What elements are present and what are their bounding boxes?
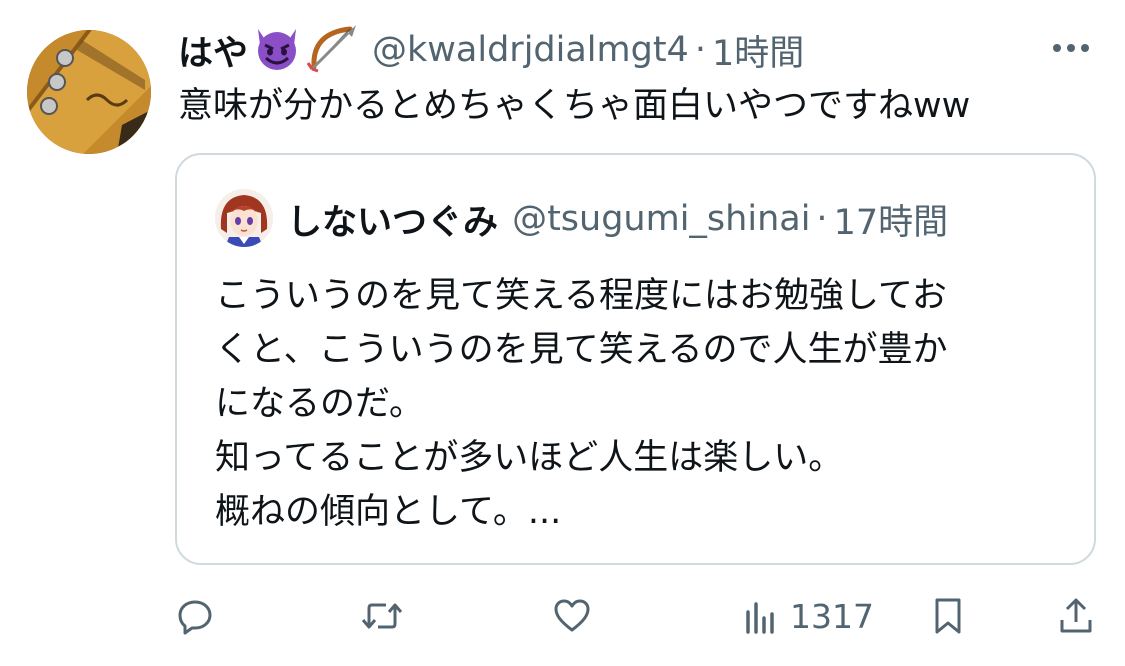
- views-count: 1317: [790, 596, 874, 636]
- heart-icon: [554, 599, 590, 632]
- guitar-headstock-avatar: [27, 30, 151, 154]
- timestamp[interactable]: 1時間: [712, 25, 804, 76]
- tweet-text: 意味が分かるとめちゃくちゃ面白いやつですねww: [178, 86, 971, 126]
- more-options-icon[interactable]: [1049, 36, 1093, 60]
- smiling-devil-emoji: [252, 25, 302, 75]
- share-button[interactable]: [1056, 592, 1096, 640]
- retweet-icon: [361, 603, 403, 629]
- reply-button[interactable]: [175, 592, 215, 640]
- quoted-text-line: こういうのを見て笑える程度にはお勉強してお: [215, 276, 947, 316]
- bookmark-button[interactable]: [928, 592, 968, 640]
- separator-dot: ·: [816, 199, 828, 239]
- share-icon: [1060, 598, 1092, 633]
- bookmark-icon: [935, 598, 961, 634]
- reply-icon: [178, 600, 212, 635]
- views-icon: [746, 602, 774, 634]
- tweet-header: はや @kwaldrjdialmgt4 · 1時間: [178, 22, 804, 78]
- quoted-tweet[interactable]: しないつぐみ @tsugumi_shinai · 17時間 こういうのを見て笑え…: [175, 153, 1096, 565]
- views-button[interactable]: 1317: [742, 592, 874, 640]
- quoted-user-handle[interactable]: @tsugumi_shinai: [512, 199, 810, 239]
- bow-and-arrow-emoji: [306, 23, 358, 77]
- like-button[interactable]: [552, 592, 592, 640]
- retweet-button[interactable]: [360, 592, 404, 640]
- tweet: はや @kwaldrjdialmgt4 · 1時間 意味が分かるとめちゃくちゃ面…: [0, 0, 1125, 666]
- quoted-text-line: 概ねの傾向として。...: [215, 492, 562, 532]
- quoted-text-line: になるのだ。: [215, 384, 424, 424]
- user-handle[interactable]: @kwaldrjdialmgt4: [372, 30, 689, 70]
- quoted-text-line: 知ってることが多いほど人生は楽しい。: [215, 438, 844, 478]
- quoted-timestamp[interactable]: 17時間: [834, 194, 949, 245]
- quoted-tweet-text: こういうのを見て笑える程度にはお勉強してお くと、こういうのを見て笑えるので人生…: [215, 269, 948, 539]
- user-avatar[interactable]: [27, 30, 151, 154]
- quoted-display-name[interactable]: しないつぐみ: [287, 194, 498, 245]
- separator-dot: ·: [694, 30, 706, 70]
- display-name[interactable]: はや: [178, 25, 248, 76]
- quoted-tweet-header: しないつぐみ @tsugumi_shinai · 17時間: [287, 191, 948, 247]
- anime-girl-avatar: [215, 189, 273, 247]
- action-bar: 1317: [0, 592, 1125, 642]
- quoted-text-line: くと、こういうのを見て笑えるので人生が豊か: [215, 330, 948, 370]
- quoted-user-avatar[interactable]: [215, 189, 273, 247]
